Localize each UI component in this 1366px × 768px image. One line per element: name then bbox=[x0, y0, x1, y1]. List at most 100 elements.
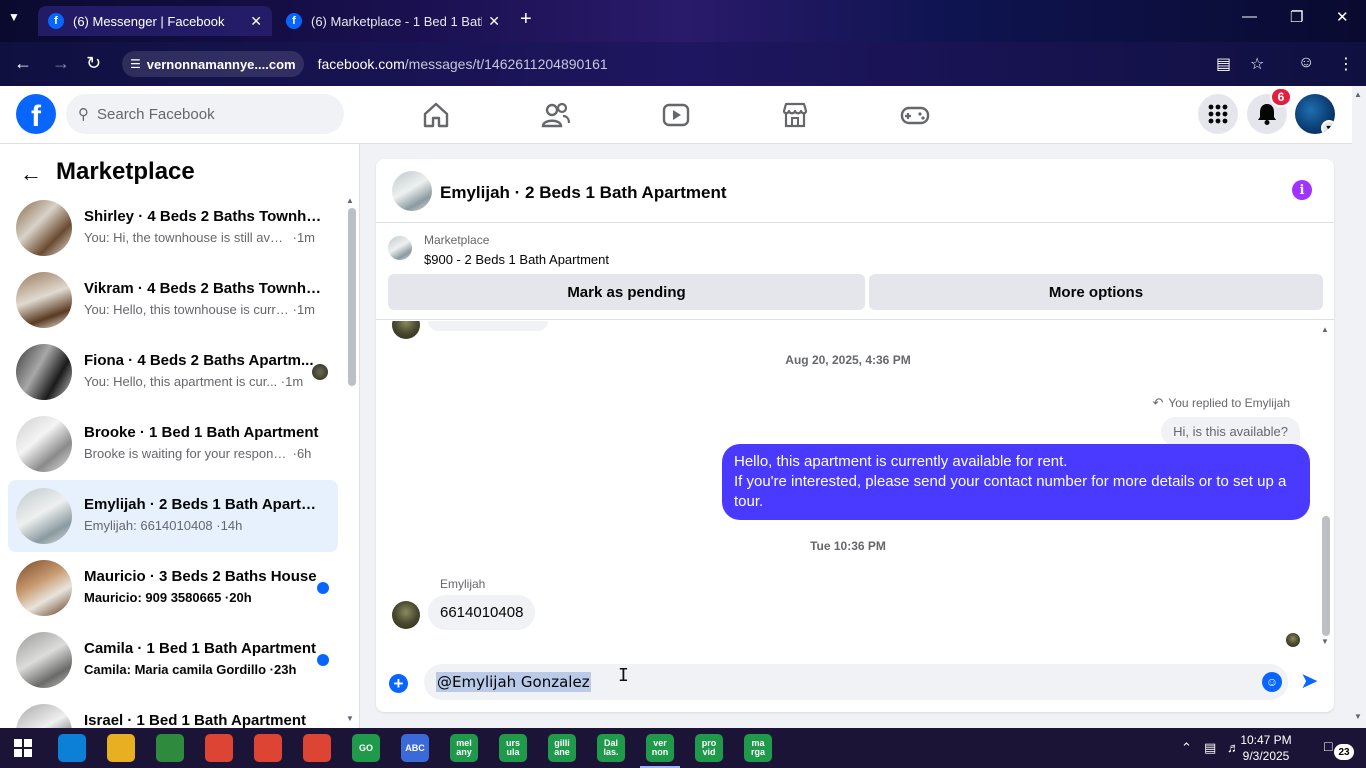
thread-scrollbar[interactable]: ▲ ▼ bbox=[1320, 321, 1332, 656]
snippet-text: You: Hello, this townhouse is curre... bbox=[84, 302, 289, 317]
bookmark-star-icon[interactable]: ☆ bbox=[1250, 54, 1264, 74]
quoted-message[interactable]: Hi, is this available? bbox=[1161, 417, 1300, 446]
notification-center[interactable]: □ 23 bbox=[1324, 738, 1354, 760]
chevron-down-icon: ▼ bbox=[1321, 120, 1335, 134]
message-field[interactable]: @Emylijah Gonzalez bbox=[424, 664, 1288, 700]
sidebar-scrollbar[interactable]: ▲ ▼ bbox=[346, 196, 356, 726]
info-icon[interactable]: i bbox=[1292, 180, 1312, 200]
send-icon[interactable]: ➤ bbox=[1300, 668, 1318, 694]
back-arrow-icon[interactable]: ← bbox=[14, 53, 32, 74]
plus-icon[interactable]: + bbox=[389, 674, 408, 693]
forward-arrow-icon[interactable]: → bbox=[52, 53, 70, 74]
browser-menu-icon[interactable]: ⋮ bbox=[1338, 54, 1354, 74]
minimize-icon[interactable]: — bbox=[1242, 8, 1257, 25]
listing-thumbnail[interactable] bbox=[392, 171, 432, 211]
ursula-icon[interactable]: urs ula bbox=[499, 734, 527, 762]
friends-icon[interactable] bbox=[541, 100, 571, 130]
outgoing-message[interactable]: Hello, this apartment is currently avail… bbox=[722, 444, 1310, 520]
facebook-logo[interactable]: f bbox=[16, 94, 56, 134]
scroll-up-icon[interactable]: ▲ bbox=[1354, 90, 1362, 99]
notification-badge: 6 bbox=[1270, 87, 1292, 107]
page-scrollbar[interactable]: ▲ ▼ bbox=[1352, 86, 1366, 728]
facebook-top-nav: f ⚲ 6 ▼ bbox=[0, 86, 1352, 144]
conversation-snippet: You: Hello, this apartment is cur... · 1m bbox=[84, 374, 304, 389]
video-icon[interactable] bbox=[661, 100, 691, 130]
account-avatar[interactable]: ▼ bbox=[1295, 94, 1335, 134]
mention-text[interactable]: @Emylijah Gonzalez bbox=[436, 672, 591, 692]
gilliane-icon[interactable]: gilli ane bbox=[548, 734, 576, 762]
search-box[interactable]: ⚲ bbox=[66, 94, 344, 134]
search-input[interactable] bbox=[97, 105, 317, 123]
site-info-chip[interactable]: ☰ vernonnamannye....com bbox=[122, 51, 304, 77]
network-icon[interactable]: ▤ bbox=[1204, 740, 1216, 756]
chat-title[interactable]: Emylijah · 2 Beds 1 Bath Apartment bbox=[440, 183, 727, 203]
spreadsheet-icon[interactable] bbox=[156, 734, 184, 762]
snippet-text: You: Hello, this apartment is cur... bbox=[84, 374, 278, 389]
profile-icon[interactable]: ☺ bbox=[1298, 54, 1314, 72]
abc-icon[interactable]: ABC bbox=[401, 734, 429, 762]
marketplace-label: Marketplace bbox=[424, 233, 490, 247]
conversation-item[interactable]: Mauricio · 3 Beds 2 Baths House Mauricio… bbox=[8, 552, 338, 624]
text-cursor-icon: I bbox=[618, 665, 629, 686]
restore-icon[interactable]: ❐ bbox=[1290, 8, 1303, 26]
reload-icon[interactable]: ↻ bbox=[86, 53, 101, 74]
install-app-icon[interactable]: ▤ bbox=[1216, 54, 1231, 74]
close-window-icon[interactable]: ✕ bbox=[1336, 8, 1349, 26]
conversation-item[interactable]: Camila · 1 Bed 1 Bath Apartment Camila: … bbox=[8, 624, 338, 696]
windows-start-icon[interactable] bbox=[14, 739, 32, 757]
scrollbar-thumb[interactable] bbox=[348, 208, 356, 386]
marga-icon[interactable]: ma rga bbox=[744, 734, 772, 762]
url-text[interactable]: facebook.com/messages/t/1462611204890161 bbox=[318, 56, 608, 72]
folder-icon[interactable] bbox=[107, 734, 135, 762]
back-arrow-icon[interactable]: ← bbox=[20, 161, 42, 187]
snippet-text: Camila: Maria camila Gordillo bbox=[84, 662, 267, 677]
scroll-down-icon[interactable]: ▼ bbox=[346, 714, 354, 723]
emoji-icon[interactable]: ☺ bbox=[1262, 672, 1282, 692]
provid-icon[interactable]: pro vid bbox=[695, 734, 723, 762]
mark-as-pending-button[interactable]: Mark as pending bbox=[388, 274, 865, 310]
scroll-up-icon[interactable]: ▲ bbox=[346, 196, 354, 205]
conversation-item[interactable]: Vikram · 4 Beds 2 Baths Townho... You: H… bbox=[8, 264, 338, 336]
conversation-item[interactable]: Brooke · 1 Bed 1 Bath Apartment Brooke i… bbox=[8, 408, 338, 480]
scroll-down-icon[interactable]: ▼ bbox=[1321, 637, 1329, 646]
chrome-m-icon[interactable] bbox=[303, 734, 331, 762]
unread-dot bbox=[317, 654, 329, 666]
scrollbar-thumb[interactable] bbox=[1322, 516, 1330, 636]
scroll-up-icon[interactable]: ▲ bbox=[1321, 325, 1329, 334]
site-settings-icon: ☰ bbox=[130, 57, 141, 71]
incoming-message[interactable]: 6614010408 bbox=[428, 595, 536, 630]
tab-messenger[interactable]: f (6) Messenger | Facebook ✕ bbox=[38, 6, 272, 36]
facebook-favicon-icon: f bbox=[48, 13, 64, 29]
system-clock[interactable]: 10:47 PM 9/3/2025 bbox=[1226, 732, 1306, 764]
sender-avatar bbox=[392, 321, 420, 339]
new-tab-icon[interactable]: + bbox=[520, 8, 532, 31]
conversation-item[interactable]: Fiona · 4 Beds 2 Baths Apartm... You: He… bbox=[8, 336, 338, 408]
omnibox[interactable]: ☰ vernonnamannye....com facebook.com/mes… bbox=[122, 48, 1282, 80]
melany-icon[interactable]: mel any bbox=[450, 734, 478, 762]
listing-title[interactable]: $900 - 2 Beds 1 Bath Apartment bbox=[424, 252, 609, 267]
more-options-button[interactable]: More options bbox=[869, 274, 1323, 310]
chrome-icon[interactable] bbox=[205, 734, 233, 762]
marketplace-icon[interactable] bbox=[780, 100, 810, 130]
sender-avatar[interactable] bbox=[392, 601, 420, 629]
snippet-time: 6h bbox=[296, 446, 312, 461]
close-icon[interactable]: ✕ bbox=[250, 13, 262, 30]
close-icon[interactable]: ✕ bbox=[488, 13, 500, 30]
gaming-icon[interactable] bbox=[900, 100, 930, 130]
tab-search-icon[interactable]: ▼ bbox=[8, 10, 20, 24]
go-icon[interactable]: GO bbox=[352, 734, 380, 762]
facebook-favicon-icon: f bbox=[286, 13, 302, 29]
chrome-h-icon[interactable] bbox=[254, 734, 282, 762]
conversation-item-selected[interactable]: Emylijah · 2 Beds 1 Bath Apartm... Emyli… bbox=[8, 480, 338, 552]
snippet-time: 20h bbox=[229, 590, 252, 605]
home-icon[interactable] bbox=[421, 100, 451, 130]
chevron-up-icon[interactable]: ⌃ bbox=[1181, 740, 1192, 756]
scroll-down-icon[interactable]: ▼ bbox=[1354, 712, 1362, 721]
dallas-icon[interactable]: Dal las. bbox=[597, 734, 625, 762]
vernon-icon[interactable]: ver non bbox=[640, 734, 680, 768]
conversation-item[interactable]: Shirley · 4 Beds 2 Baths Townho... You: … bbox=[8, 192, 338, 264]
tab-marketplace[interactable]: f (6) Marketplace - 1 Bed 1 Bath Apartme… bbox=[276, 6, 510, 36]
conversation-name: Israel · 1 Bed 1 Bath Apartment bbox=[84, 712, 307, 729]
edge-icon[interactable] bbox=[58, 734, 86, 762]
menu-grid-button[interactable] bbox=[1198, 94, 1238, 134]
